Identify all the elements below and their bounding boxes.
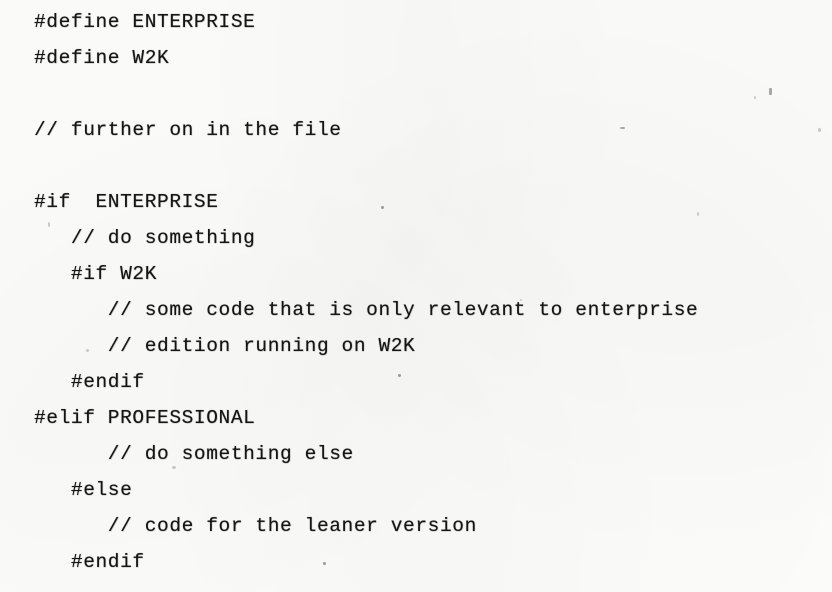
code-line: // code for the leaner version (34, 515, 477, 537)
code-line: #define W2K (34, 47, 170, 69)
code-line: // further on in the file (34, 119, 342, 141)
scanned-page: #define ENTERPRISE #define W2K // further … (0, 0, 832, 592)
code-line: #if ENTERPRISE (34, 191, 219, 213)
code-line: // do something (34, 227, 256, 249)
code-line: #define ENTERPRISE (34, 11, 256, 33)
code-line: #else (34, 479, 133, 501)
code-line: #endif (34, 551, 145, 573)
code-line: // some code that is only relevant to en… (34, 299, 699, 321)
code-line: // edition running on W2K (34, 335, 416, 357)
code-line: // do something else (34, 443, 354, 465)
code-line: #if W2K (34, 263, 158, 285)
code-listing: #define ENTERPRISE #define W2K // further … (34, 4, 824, 580)
code-line: #endif (34, 371, 145, 393)
code-line: #elif PROFESSIONAL (34, 407, 256, 429)
